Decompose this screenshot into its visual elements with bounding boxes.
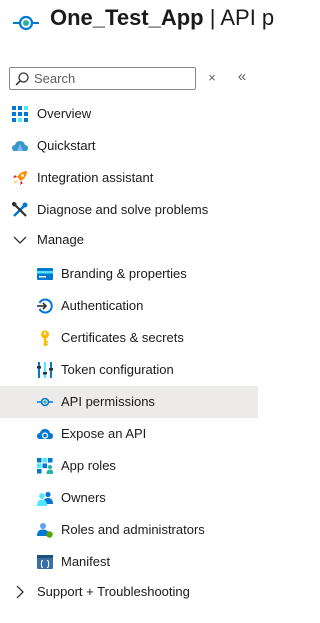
sidebar-item-label: App roles: [61, 458, 116, 473]
chevron-down-icon: [13, 236, 27, 244]
sidebar-item-branding[interactable]: Branding & properties: [0, 258, 258, 290]
app-registration-icon: [13, 15, 39, 31]
sidebar-item-expose-api[interactable]: Expose an API: [0, 418, 258, 450]
sidebar-item-label: Overview: [37, 106, 92, 121]
sidebar-group-support[interactable]: Support + Troubleshooting: [0, 576, 258, 608]
sidebar-item-quickstart[interactable]: Quickstart: [0, 130, 258, 162]
search-icon: [15, 72, 29, 86]
blade-title: | API p: [203, 5, 275, 30]
search-placeholder: Search: [34, 71, 76, 86]
sidebar-item-manifest[interactable]: Manifest: [0, 546, 258, 578]
sidebar-item-token-configuration[interactable]: Token configuration: [0, 354, 258, 386]
cloud-gear-icon: [37, 429, 53, 439]
branding-card-icon: [37, 268, 53, 280]
sidebar-item-certificates[interactable]: Certificates & secrets: [0, 322, 258, 354]
sidebar-item-label: Owners: [61, 490, 106, 505]
sidebar-item-app-roles[interactable]: App roles: [0, 450, 258, 482]
collapse-menu-button[interactable]: «: [233, 68, 251, 86]
sidebar-item-label: Quickstart: [37, 138, 96, 153]
sidebar-item-label: Diagnose and solve problems: [37, 202, 209, 217]
token-bars-icon: [37, 362, 53, 378]
authentication-icon: [37, 298, 53, 314]
clear-search-button[interactable]: ×: [204, 69, 220, 87]
overview-grid-icon: [12, 106, 28, 122]
sidebar-item-label: Manifest: [61, 554, 111, 569]
sidebar-item-label: API permissions: [61, 394, 155, 409]
sidebar-item-diagnose[interactable]: Diagnose and solve problems: [0, 194, 258, 226]
chevron-right-icon: [16, 585, 24, 599]
page-header: One_Test_App | API p: [0, 0, 274, 44]
cloud-icon: [12, 141, 28, 151]
sidebar-group-label: Manage: [37, 232, 84, 247]
page-title: One_Test_App | API p: [50, 2, 274, 34]
sidebar-item-label: Token configuration: [61, 362, 174, 377]
sidebar-item-api-permissions[interactable]: API permissions: [0, 386, 258, 418]
wrench-screwdriver-icon: [12, 202, 28, 217]
owners-people-icon: [37, 491, 53, 506]
sidebar-item-integration-assistant[interactable]: Integration assistant: [0, 162, 258, 194]
sidebar-item-label: Certificates & secrets: [61, 330, 184, 345]
app-name: One_Test_App: [50, 5, 204, 30]
sidebar-item-owners[interactable]: Owners: [0, 482, 258, 514]
sidebar-item-label: Authentication: [61, 298, 144, 313]
rocket-icon: [13, 171, 27, 185]
sidebar-group-manage[interactable]: Manage: [0, 224, 258, 256]
search-input[interactable]: Search: [9, 67, 196, 90]
sidebar-group-label: Support + Troubleshooting: [37, 584, 190, 599]
sidebar-item-label: Integration assistant: [37, 170, 154, 185]
sidebar-item-label: Branding & properties: [61, 266, 187, 281]
key-icon: [41, 330, 49, 346]
sidebar-item-overview[interactable]: Overview: [0, 98, 258, 130]
api-permissions-icon: [37, 397, 53, 407]
manifest-code-icon: [37, 555, 53, 569]
sidebar-item-label: Roles and administrators: [61, 522, 205, 537]
sidebar-item-label: Expose an API: [61, 426, 147, 441]
roles-admin-icon: [37, 523, 53, 538]
sidebar-item-roles-admins[interactable]: Roles and administrators: [0, 514, 258, 546]
app-roles-icon: [37, 458, 53, 474]
sidebar-item-authentication[interactable]: Authentication: [0, 290, 258, 322]
